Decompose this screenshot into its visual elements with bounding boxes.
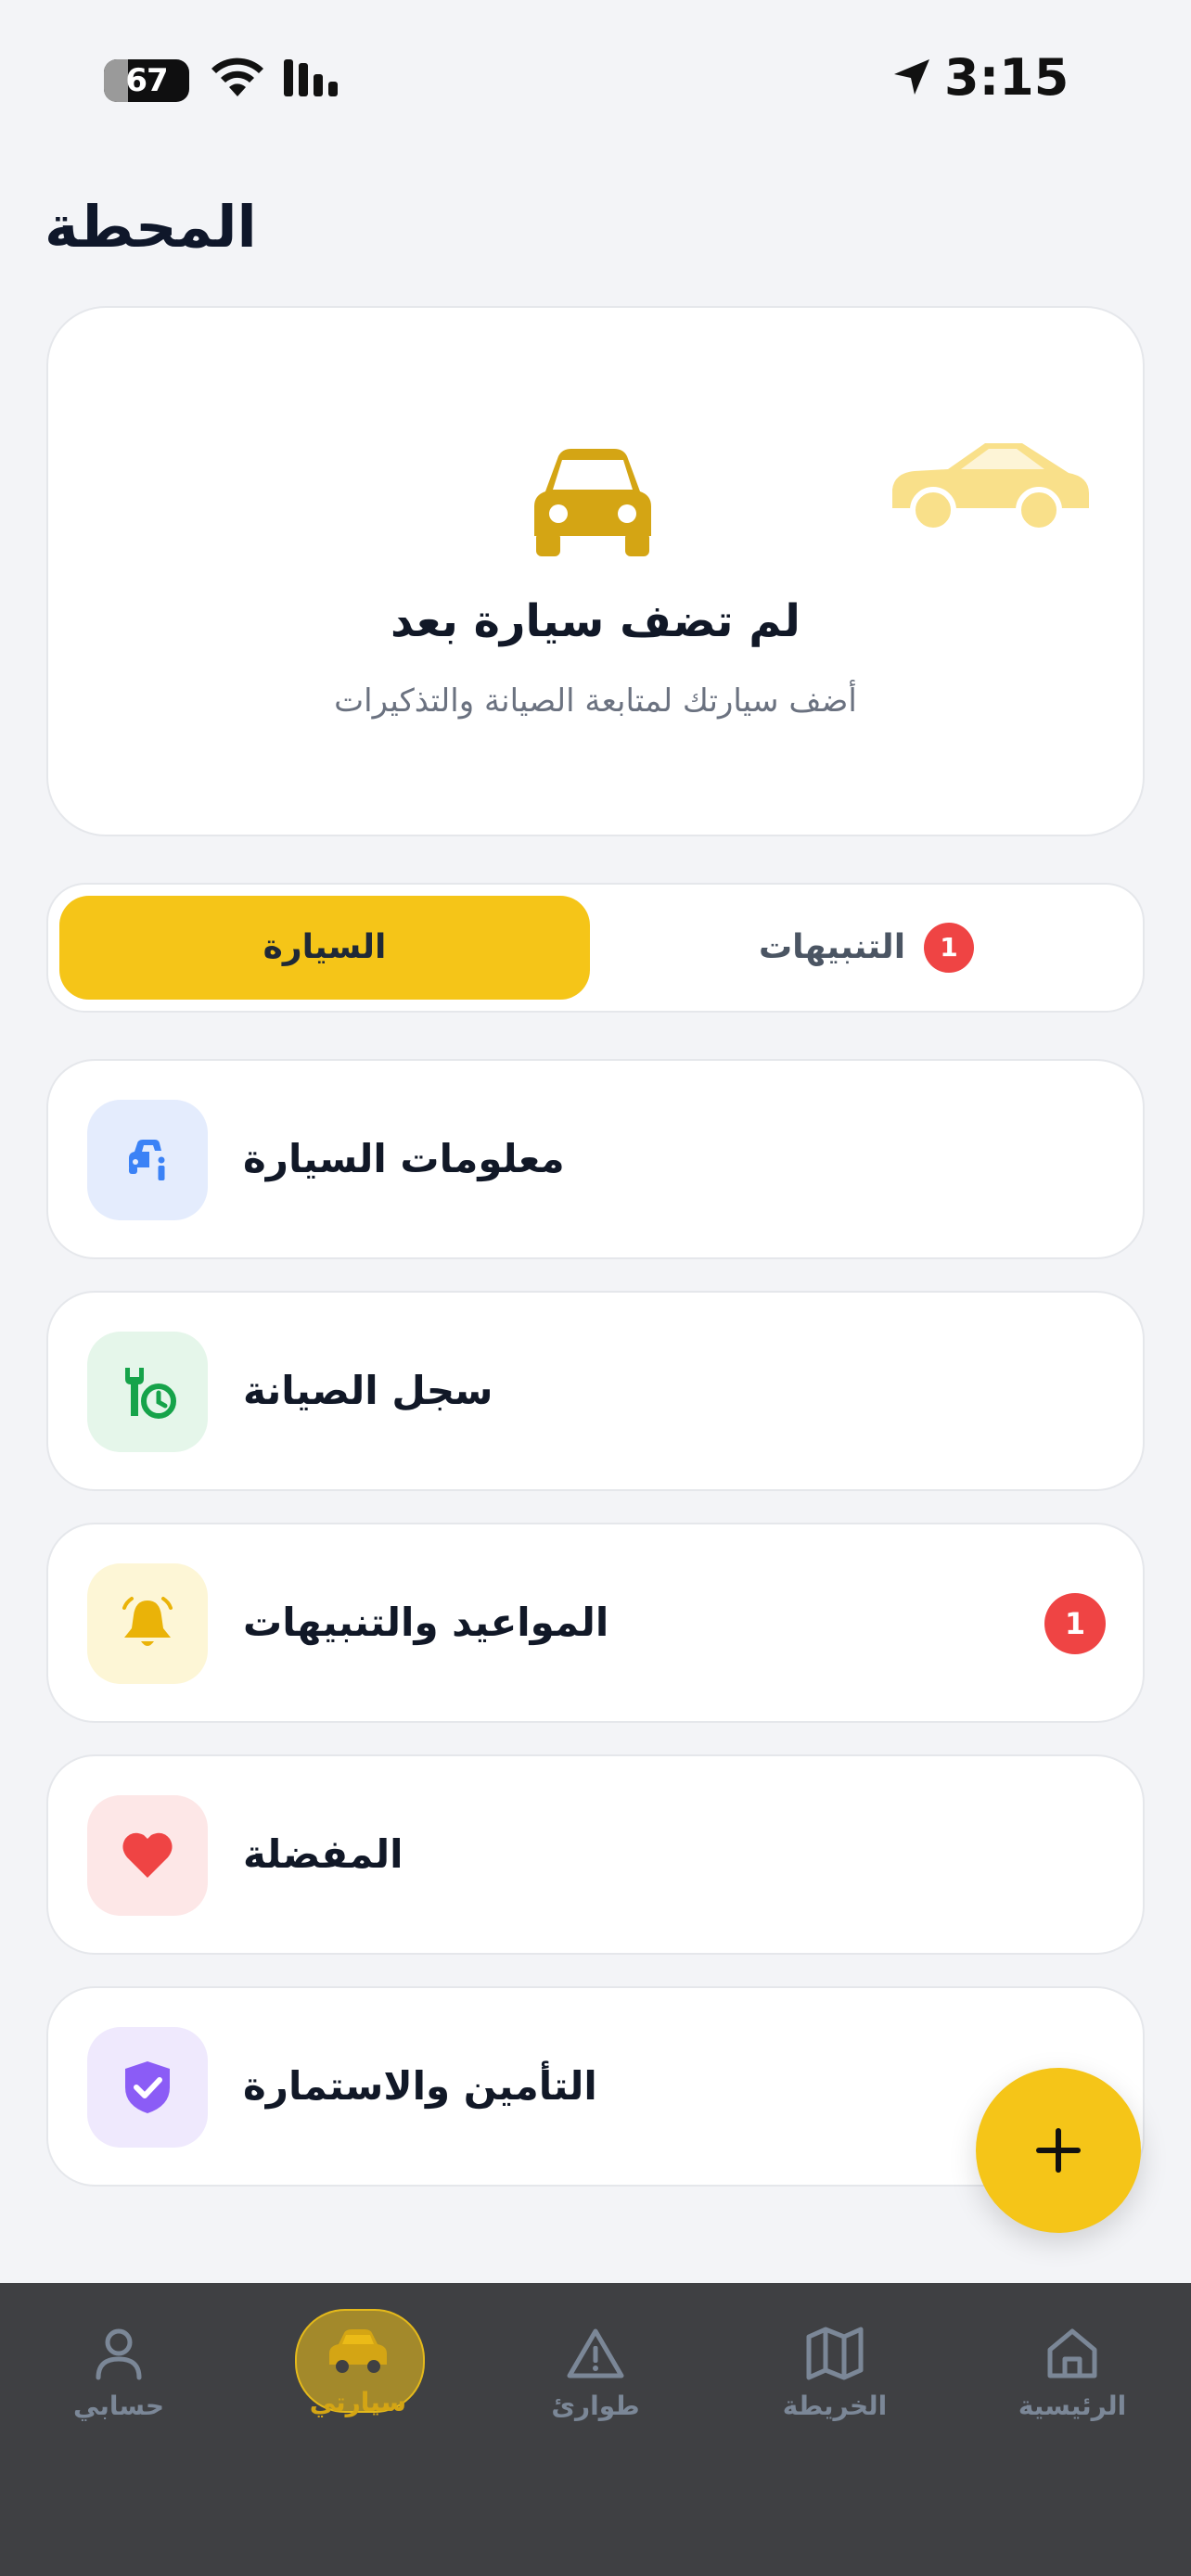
location-arrow-icon bbox=[894, 59, 929, 95]
nav-account[interactable]: حسابي bbox=[35, 2326, 202, 2421]
nav-home-label: الرئيسية bbox=[1018, 2391, 1127, 2421]
menu-item-appointments[interactable]: المواعيد والتنبيهات 1 bbox=[46, 1523, 1145, 1723]
nav-emergency-label: طوارئ bbox=[551, 2391, 640, 2421]
nav-my-car[interactable]: سيارتي bbox=[275, 2326, 442, 2417]
plus-icon bbox=[1036, 2128, 1081, 2173]
appointments-count-badge: 1 bbox=[1044, 1593, 1106, 1654]
clock: 3:15 bbox=[944, 48, 1069, 107]
empty-state-title: لم تضف سيارة بعد bbox=[391, 595, 800, 647]
signal-icon bbox=[284, 59, 338, 96]
wifi-icon bbox=[211, 57, 263, 96]
menu-item-label: سجل الصيانة bbox=[243, 1368, 493, 1413]
menu-item-label: معلومات السيارة bbox=[243, 1136, 565, 1181]
home-icon bbox=[1047, 2328, 1097, 2378]
nav-account-label: حسابي bbox=[72, 2391, 165, 2421]
menu-item-label: التأمين والاستمارة bbox=[243, 2063, 597, 2109]
nav-home[interactable]: الرئيسية bbox=[989, 2326, 1156, 2421]
user-icon bbox=[96, 2328, 142, 2380]
bottom-nav: حسابي سيارتي طوارئ الخريطة الرئيسية bbox=[0, 2283, 1191, 2576]
car-front-icon bbox=[534, 449, 651, 556]
add-car-fab[interactable] bbox=[976, 2068, 1141, 2233]
warning-triangle-icon bbox=[567, 2328, 624, 2378]
car-icon bbox=[329, 2329, 387, 2373]
status-bar: 67 3:15 bbox=[0, 0, 1191, 158]
tab-car[interactable]: السيارة bbox=[59, 896, 590, 1000]
map-icon bbox=[806, 2327, 864, 2380]
bell-icon bbox=[87, 1563, 208, 1684]
empty-state-subtitle: أضف سيارتك لمتابعة الصيانة والتذكيرات bbox=[334, 682, 857, 720]
menu-item-maintenance[interactable]: سجل الصيانة bbox=[46, 1291, 1145, 1491]
tab-alerts-label: التنبيهات bbox=[758, 928, 906, 966]
nav-emergency[interactable]: طوارئ bbox=[512, 2326, 679, 2421]
menu-item-label: المفضلة bbox=[243, 1831, 403, 1877]
nav-map-label: الخريطة bbox=[782, 2391, 888, 2421]
alerts-count-badge: 1 bbox=[924, 923, 975, 973]
heart-icon bbox=[87, 1795, 208, 1916]
battery-indicator: 67 bbox=[104, 59, 189, 102]
no-car-card: لم تضف سيارة بعد أضف سيارتك لمتابعة الصي… bbox=[46, 306, 1145, 836]
nav-map[interactable]: الخريطة bbox=[751, 2326, 918, 2421]
page-title: المحطة bbox=[45, 193, 257, 261]
menu-item-car-info[interactable]: معلومات السيارة bbox=[46, 1059, 1145, 1259]
shield-check-icon bbox=[87, 2027, 208, 2148]
nav-my-car-label: سيارتي bbox=[309, 2387, 407, 2417]
menu-item-favorites[interactable]: المفضلة bbox=[46, 1754, 1145, 1955]
wrench-clock-icon bbox=[87, 1332, 208, 1452]
segmented-tabs: السيارة 1 التنبيهات bbox=[46, 883, 1145, 1013]
car-info-icon bbox=[87, 1100, 208, 1220]
car-side-icon bbox=[892, 443, 1089, 532]
menu-item-label: المواعيد والتنبيهات bbox=[243, 1600, 609, 1645]
tab-alerts[interactable]: 1 التنبيهات bbox=[601, 896, 1132, 1000]
